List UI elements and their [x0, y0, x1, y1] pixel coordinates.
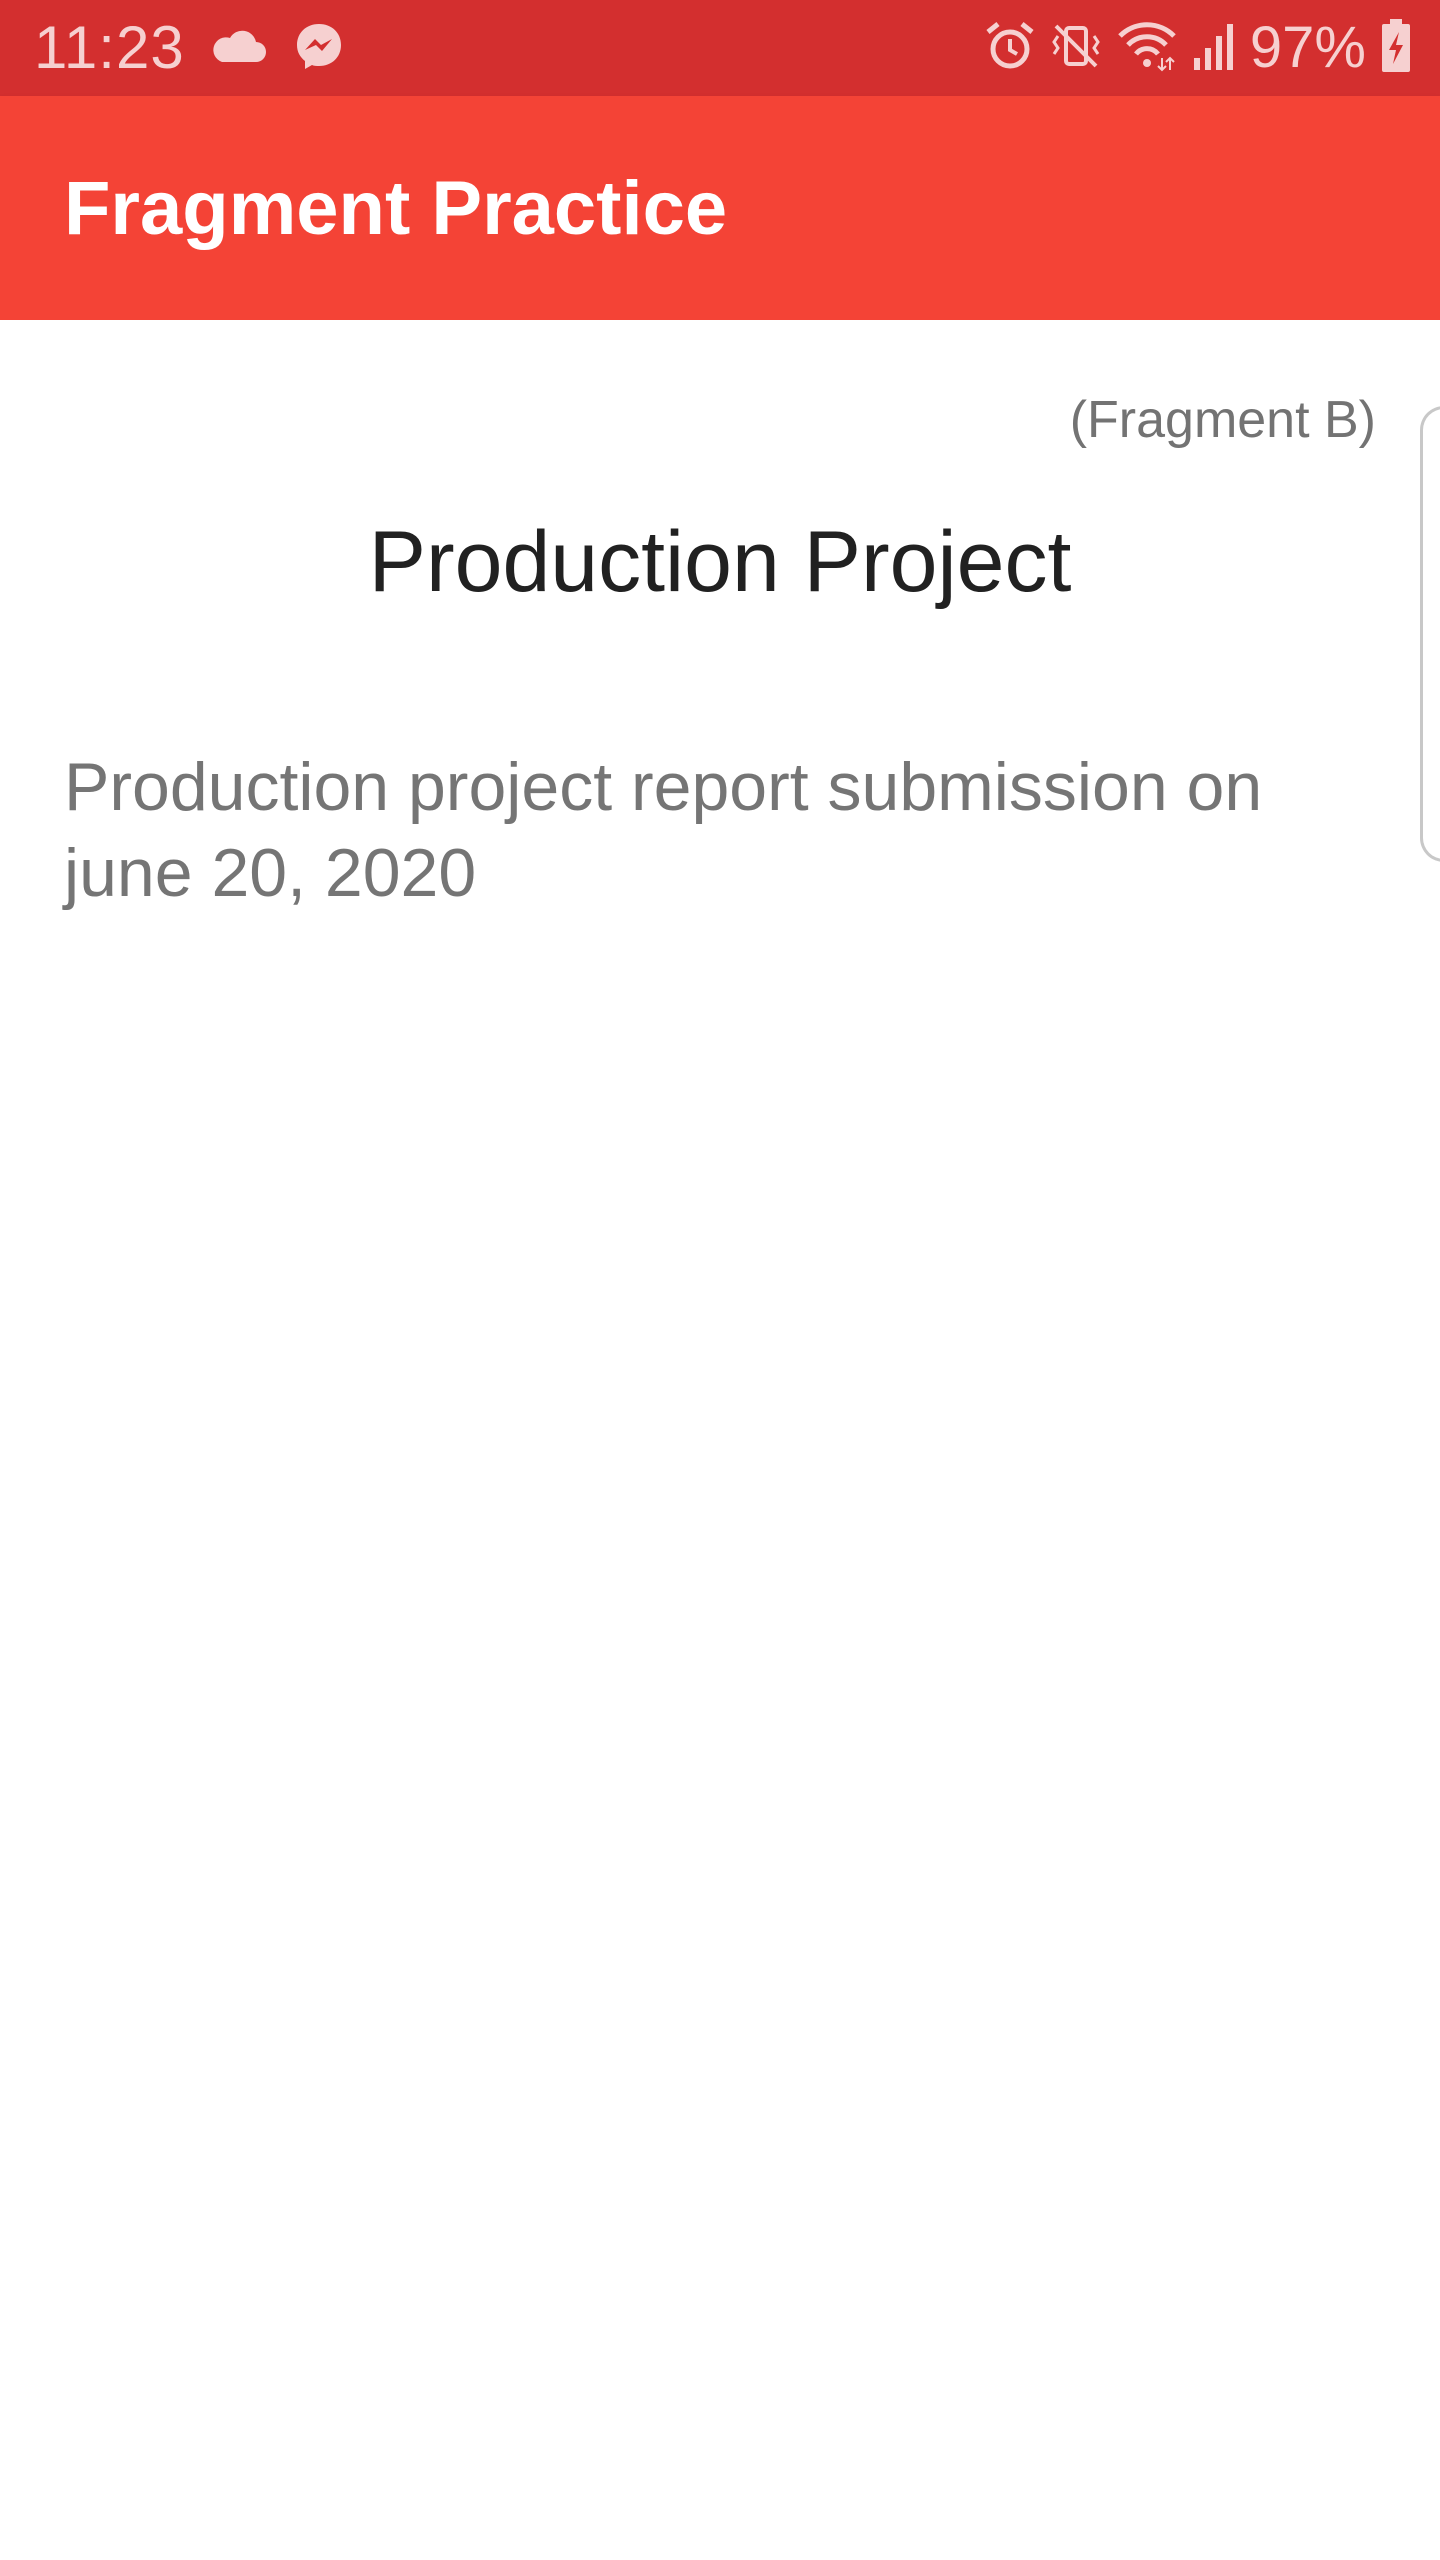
- project-title: Production Project: [368, 514, 1072, 610]
- edge-panel-handle[interactable]: [1420, 406, 1440, 862]
- battery-charging-icon: [1380, 18, 1412, 79]
- fragment-b-content: (Fragment B) Production Project Producti…: [0, 320, 1440, 2560]
- app-title: Fragment Practice: [64, 166, 728, 251]
- fragment-label: (Fragment B): [1069, 391, 1376, 449]
- status-left-icons: [210, 22, 344, 74]
- status-bar: 11:23 97%: [0, 0, 1440, 96]
- wifi-icon: [1116, 20, 1178, 77]
- signal-icon: [1192, 20, 1236, 77]
- vibrate-mute-icon: [1050, 20, 1102, 77]
- app-bar: Fragment Practice: [0, 96, 1440, 320]
- status-time: 11:23: [34, 14, 185, 81]
- cloud-icon: [210, 28, 266, 69]
- battery-percent: 97%: [1249, 15, 1366, 80]
- alarm-icon: [984, 20, 1036, 77]
- messenger-icon: [294, 21, 344, 76]
- project-description: Production project report submission on …: [64, 749, 1263, 911]
- status-right: 97%: [984, 18, 1412, 78]
